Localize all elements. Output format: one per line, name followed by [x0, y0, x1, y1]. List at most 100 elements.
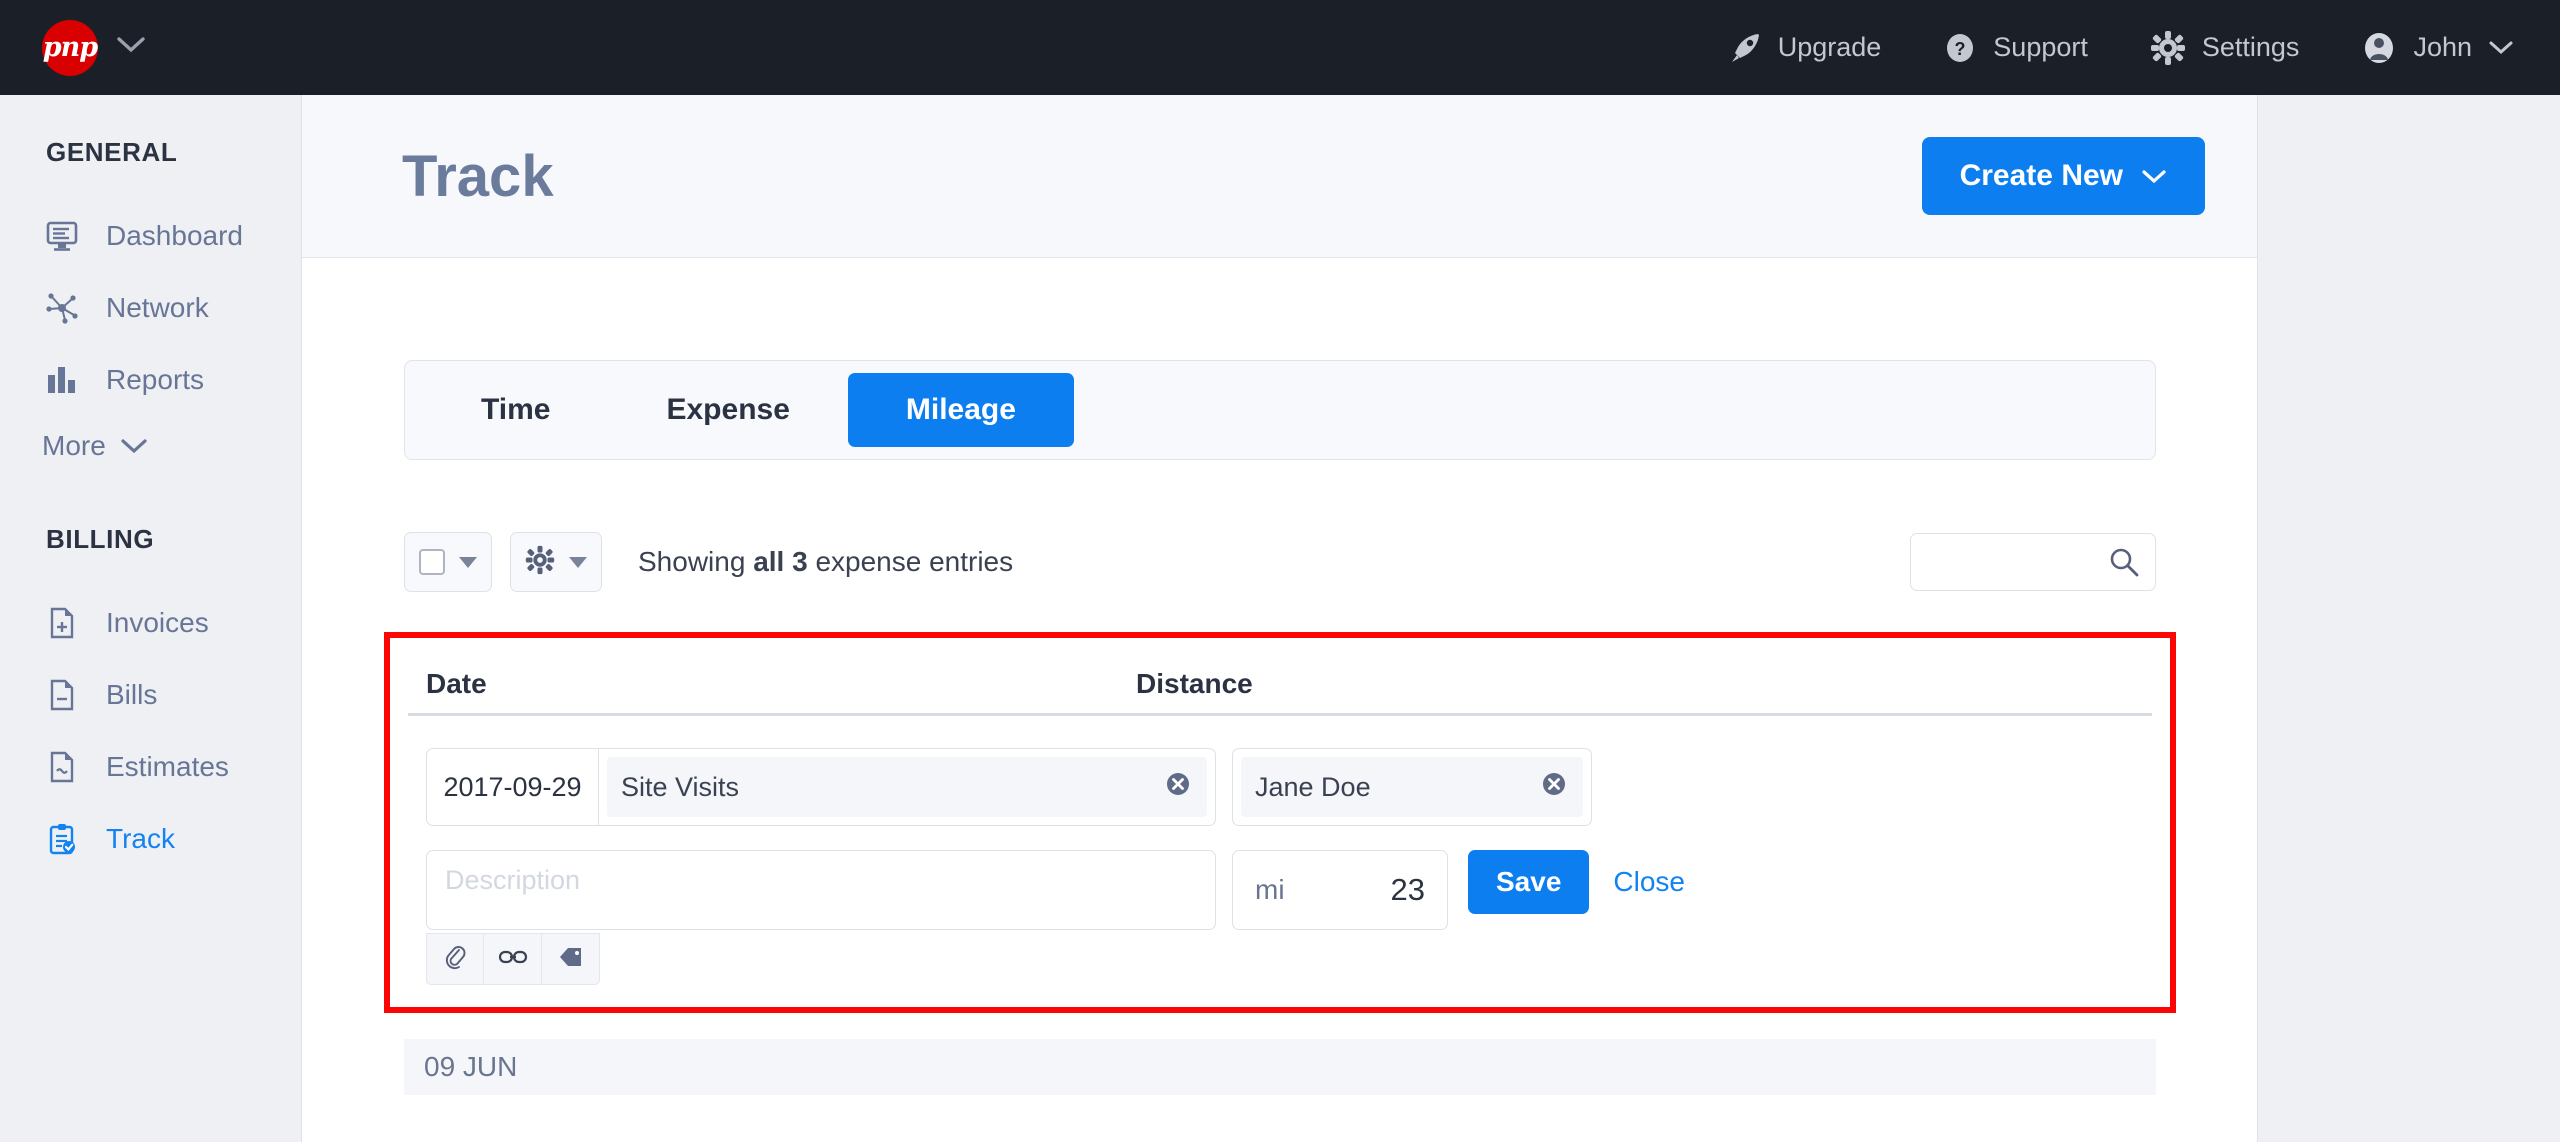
sidebar-item-label: Track	[106, 823, 175, 855]
sidebar-item-label: Network	[106, 292, 209, 324]
chevron-down-icon	[2488, 32, 2514, 63]
sidebar-more-toggle[interactable]: More	[0, 430, 301, 462]
pnp-logo-icon: pnp	[42, 20, 98, 76]
distance-unit-label: mi	[1255, 874, 1285, 906]
nav-user-label: John	[2413, 32, 2472, 63]
document-tilde-icon	[42, 750, 82, 784]
clipboard-check-icon	[42, 822, 82, 856]
sidebar-item-label: Invoices	[106, 607, 209, 639]
sidebar-item-label: Bills	[106, 679, 157, 711]
list-toolbar: Showing all 3 expense entries	[404, 532, 2156, 592]
sidebar-item-bills[interactable]: Bills	[0, 659, 301, 731]
entry-person-value: Jane Doe	[1255, 772, 1371, 803]
avatar-icon	[2361, 30, 2397, 66]
entry-person-select[interactable]: Jane Doe	[1241, 757, 1583, 817]
sidebar-item-dashboard[interactable]: Dashboard	[0, 200, 301, 272]
entry-row-bottom: mi 23 Save Close	[408, 826, 2152, 985]
sidebar-item-label: Dashboard	[106, 220, 243, 252]
distance-input-group[interactable]: mi 23	[1232, 850, 1448, 930]
chevron-down-icon	[116, 36, 146, 59]
caret-down-icon	[569, 557, 587, 568]
description-input[interactable]	[426, 850, 1216, 930]
sidebar-more-label: More	[42, 430, 106, 462]
select-all-dropdown[interactable]	[404, 532, 492, 592]
link-icon	[498, 946, 528, 973]
tag-icon	[557, 944, 585, 975]
gear-icon	[2150, 30, 2186, 66]
sidebar-item-track[interactable]: Track	[0, 803, 301, 875]
nav-upgrade[interactable]: Upgrade	[1728, 31, 1882, 65]
close-link[interactable]: Close	[1613, 866, 1685, 898]
entry-project-select[interactable]: Site Visits	[607, 757, 1207, 817]
showing-suffix: expense entries	[808, 546, 1013, 577]
attach-file-button[interactable]	[426, 933, 484, 985]
showing-status: Showing all 3 expense entries	[638, 546, 1013, 578]
entry-project-value: Site Visits	[621, 772, 739, 803]
entry-row-top: 2017-09-29 Site Visits Jane Doe	[408, 734, 2152, 826]
tab-bar: Time Expense Mileage	[404, 360, 2156, 460]
add-tag-button[interactable]	[542, 933, 600, 985]
nav-support-label: Support	[1993, 32, 2088, 63]
document-minus-icon	[42, 678, 82, 712]
document-plus-icon	[42, 606, 82, 640]
tab-expense[interactable]: Expense	[608, 373, 847, 447]
sidebar-item-invoices[interactable]: Invoices	[0, 587, 301, 659]
sidebar-section-general: GENERAL	[0, 137, 301, 168]
clear-icon[interactable]	[1163, 769, 1193, 806]
nav-support[interactable]: ? Support	[1943, 31, 2088, 65]
sidebar-item-label: Reports	[106, 364, 204, 396]
tab-mileage[interactable]: Mileage	[848, 373, 1074, 447]
page-header: Track Create New	[302, 95, 2257, 258]
distance-value[interactable]: 23	[1391, 872, 1425, 908]
add-link-button[interactable]	[484, 933, 542, 985]
table-header: Date Distance	[408, 654, 2152, 716]
monitor-icon	[42, 219, 82, 253]
highlight-region: Date Distance 2017-09-29 Site Visits	[384, 632, 2176, 1013]
question-circle-icon: ?	[1943, 31, 1977, 65]
rocket-icon	[1728, 31, 1762, 65]
network-nodes-icon	[42, 291, 82, 325]
sidebar: GENERAL Dashboard	[0, 95, 302, 1142]
gear-icon	[525, 545, 555, 580]
paperclip-icon	[442, 944, 468, 975]
nav-settings-label: Settings	[2202, 32, 2300, 63]
nav-user-menu[interactable]: John	[2361, 30, 2514, 66]
panel-body: Time Expense Mileage	[302, 258, 2257, 1095]
nav-upgrade-label: Upgrade	[1778, 32, 1882, 63]
entry-date-field[interactable]: 2017-09-29	[427, 749, 599, 825]
select-all-checkbox[interactable]	[419, 549, 445, 575]
content-panel: Track Create New Time Expense Mileage	[302, 95, 2258, 1142]
sidebar-item-label: Estimates	[106, 751, 229, 783]
search-input[interactable]	[1910, 533, 2156, 591]
caret-down-icon	[459, 557, 477, 568]
column-header-date: Date	[426, 668, 1136, 700]
bulk-actions-dropdown[interactable]	[510, 532, 602, 592]
person-group: Jane Doe	[1232, 748, 1592, 826]
description-group	[426, 850, 1216, 985]
top-nav: Upgrade ? Support	[1666, 30, 2514, 66]
showing-prefix: Showing	[638, 546, 753, 577]
date-group-header: 09 JUN	[404, 1039, 2156, 1095]
svg-text:?: ?	[1955, 39, 1966, 59]
sidebar-section-billing: BILLING	[0, 524, 301, 555]
top-bar: pnp Upgrade ? Support	[0, 0, 2560, 95]
chevron-down-icon	[2141, 159, 2167, 193]
sidebar-item-estimates[interactable]: Estimates	[0, 731, 301, 803]
bar-chart-icon	[42, 363, 82, 397]
column-header-distance: Distance	[1136, 668, 1253, 700]
sidebar-item-reports[interactable]: Reports	[0, 344, 301, 416]
create-new-label: Create New	[1960, 159, 2123, 193]
save-button[interactable]: Save	[1468, 850, 1589, 914]
page-title: Track	[402, 143, 554, 210]
showing-count: all 3	[753, 546, 807, 577]
sidebar-item-network[interactable]: Network	[0, 272, 301, 344]
attachment-toolbar	[426, 933, 1216, 985]
brand-menu[interactable]: pnp	[42, 20, 146, 76]
nav-settings[interactable]: Settings	[2150, 30, 2300, 66]
search-container	[1910, 533, 2156, 591]
chevron-down-icon	[120, 430, 148, 462]
tab-time[interactable]: Time	[423, 373, 608, 447]
date-project-group: 2017-09-29 Site Visits	[426, 748, 1216, 826]
clear-icon[interactable]	[1539, 769, 1569, 806]
create-new-button[interactable]: Create New	[1922, 137, 2205, 215]
